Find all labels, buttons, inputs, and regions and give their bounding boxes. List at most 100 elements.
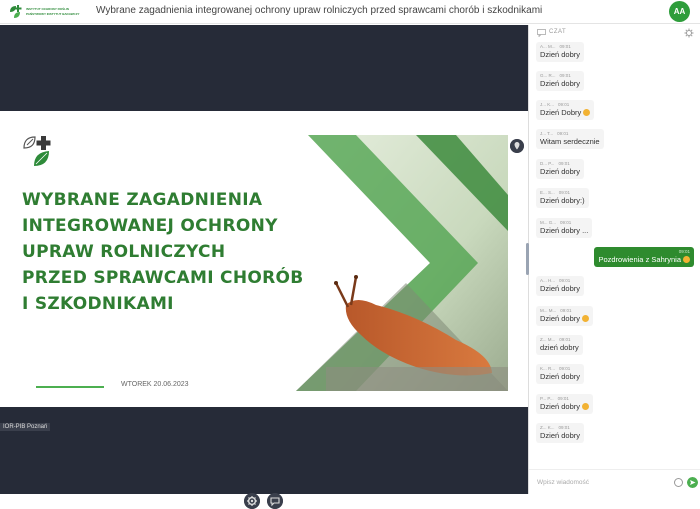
chat-bubble-icon[interactable] [267, 493, 283, 509]
chat-icon [537, 29, 546, 37]
chat-message-author: M... G... [540, 220, 557, 225]
chat-message-text: Dzień dobry [540, 50, 580, 59]
chat-message-time: 09:01 [559, 366, 571, 371]
chat-message-text: Dzień dobry [540, 372, 580, 381]
chat-message-time: 09:01 [558, 425, 570, 430]
chat-message-meta: Z... K... 09:01 [540, 425, 580, 430]
chat-message-author: A... H... [540, 278, 556, 283]
chat-message: M... M... 09:01 Dzień dobry [536, 306, 594, 326]
chat-message-author: E... S... [540, 190, 555, 195]
chat-message: A... M... 09:01 Dzień dobry [536, 42, 585, 62]
smiley-emoji-icon [683, 256, 690, 263]
avatar[interactable]: AA [669, 1, 690, 22]
chat-message-body: Dzień dobry [540, 431, 581, 440]
chat-message: D... P... 09:01 Dzień dobry [536, 159, 585, 179]
chat-message-meta: P... P... 09:01 [540, 396, 589, 401]
smiley-emoji-icon [583, 109, 591, 116]
chat-message-author: P... P... [540, 396, 554, 401]
chat-message-time: 09:01 [558, 102, 570, 107]
gear-icon[interactable] [684, 28, 694, 38]
chat-message: Z... M... 09:01 dzień dobry [536, 335, 583, 355]
slide-heading-line: I SZKODNIKAMI [22, 294, 174, 314]
chat-message-time: 09:01 [559, 278, 571, 283]
chat-message-body: dzień dobry [540, 343, 579, 352]
chat-message: E... S... 09:01 Dzień dobry:) [536, 188, 589, 208]
chat-message: M... G... 09:01 Dzień dobry ... [536, 218, 593, 238]
chat-message-author: A... M... [540, 44, 556, 49]
chat-message: P... P... 09:01 Dzień dobry [536, 394, 594, 414]
slug-photo [296, 135, 508, 391]
presenter-label: IOR-PIB Poznań [0, 423, 51, 431]
chat-message-body: Dzień dobry:) [540, 196, 585, 205]
chat-message-time: 09:01 [559, 73, 571, 78]
chat-message-body: Dzień dobry [540, 79, 581, 88]
chat-message-time: 09:01 [678, 249, 690, 254]
chat-message-text: Dzień dobry [540, 314, 590, 323]
chat-message-text: Pozdrowienia z Sahrynia [598, 255, 690, 264]
chat-message-text: Dzień dobry ... [540, 226, 588, 235]
location-pin-icon[interactable] [510, 139, 524, 153]
institute-logo-icon [23, 136, 51, 166]
chat-message-author: J... T... [540, 131, 554, 136]
chat-message-text: Dzień dobry [540, 402, 590, 411]
chat-message-text: dzień dobry [540, 343, 579, 352]
divider-line [36, 386, 104, 388]
shared-slide: WYBRANE ZAGADNIENIA INTEGROWANEJ OCHRONY… [0, 111, 528, 407]
chat-message-time: 09:01 [559, 44, 571, 49]
chat-message: A... H... 09:01 Dzień dobry [536, 276, 585, 296]
chat-message-author: Z... M... [540, 337, 556, 342]
slide-heading-line: INTEGROWANEJ OCHRONY [22, 216, 278, 236]
chat-input[interactable]: Wpisz wiadomość [537, 479, 589, 486]
chat-message: Z... K... 09:01 Dzień dobry [536, 423, 585, 443]
emoji-icon[interactable] [674, 478, 683, 487]
chat-message-time: 09:01 [558, 161, 570, 166]
send-icon[interactable] [687, 477, 698, 488]
slide-heading-line: UPRAW ROLNICZYCH [22, 242, 226, 262]
chat-message-meta: K... R... 09:01 [540, 366, 580, 371]
presentation-stage: WYBRANE ZAGADNIENIA INTEGROWANEJ OCHRONY… [0, 25, 528, 509]
chat-message-author: K... R... [540, 366, 556, 371]
chat-message-body: Pozdrowienia z Sahrynia [598, 255, 681, 264]
chat-message-text: Dzień dobry [540, 431, 580, 440]
chat-message-meta: A... M... 09:01 [540, 44, 580, 49]
chat-message-body: Dzień dobry [540, 402, 581, 411]
top-bar: INSTYTUT OCHRONY ROŚLIN PAŃSTWOWY INSTYT… [0, 0, 700, 24]
chat-message-body: Dzień dobry [540, 50, 581, 59]
chat-message-author: M... M... [540, 308, 557, 313]
chat-message-meta: M... G... 09:01 [540, 220, 588, 225]
chat-message-author: Z... K... [540, 425, 555, 430]
chat-message-text: Dzień dobry [540, 167, 580, 176]
chat-message-text: Dzień Dobry [540, 108, 591, 117]
chat-message-text: Dzień dobry:) [540, 196, 585, 205]
chat-message: 09:01 Pozdrowienia z Sahrynia [594, 247, 694, 267]
chat-message-time: 09:01 [557, 131, 569, 136]
chat-message-time: 09:01 [559, 337, 571, 342]
chat-message-body: Dzień Dobry [540, 108, 582, 117]
chat-message-body: Dzień dobry [540, 167, 581, 176]
smiley-emoji-icon [582, 315, 590, 322]
chat-message-meta: G... R... 09:01 [540, 73, 580, 78]
chat-message-time: 09:01 [560, 220, 572, 225]
chat-message: J... K... 09:01 Dzień Dobry [536, 100, 595, 120]
chat-message-body: Witam serdecznie [540, 137, 600, 146]
slide-date: WTOREK 20.06.2023 [121, 381, 189, 388]
chat-message-meta: 09:01 [598, 249, 690, 254]
settings-gear-icon[interactable] [244, 493, 260, 509]
chat-message: G... R... 09:01 Dzień dobry [536, 71, 585, 91]
chat-message: K... R... 09:01 Dzień dobry [536, 364, 585, 384]
chat-message-meta: A... H... 09:01 [540, 278, 580, 283]
chat-message-text: Witam serdecznie [540, 137, 600, 146]
chat-message-author: D... P... [540, 161, 555, 166]
chat-message-meta: D... P... 09:01 [540, 161, 580, 166]
smiley-emoji-icon [582, 403, 590, 410]
chat-message-text: Dzień dobry [540, 284, 580, 293]
chat-message-text: Dzień dobry [540, 79, 580, 88]
chat-messages: A... M... 09:01 Dzień dobry G... R... 09:01 D… [529, 42, 700, 472]
chat-message-time: 09:01 [560, 308, 572, 313]
chat-input-area: Wpisz wiadomość [529, 469, 700, 494]
chat-message: J... T... 09:01 Witam serdecznie [536, 129, 604, 149]
chat-message-author: G... R... [540, 73, 556, 78]
logo-text-line1: INSTYTUT OCHRONY ROŚLIN [26, 7, 69, 11]
institute-logo-icon [10, 5, 22, 18]
slide-heading: WYBRANE ZAGADNIENIA INTEGROWANEJ OCHRONY… [22, 187, 304, 317]
